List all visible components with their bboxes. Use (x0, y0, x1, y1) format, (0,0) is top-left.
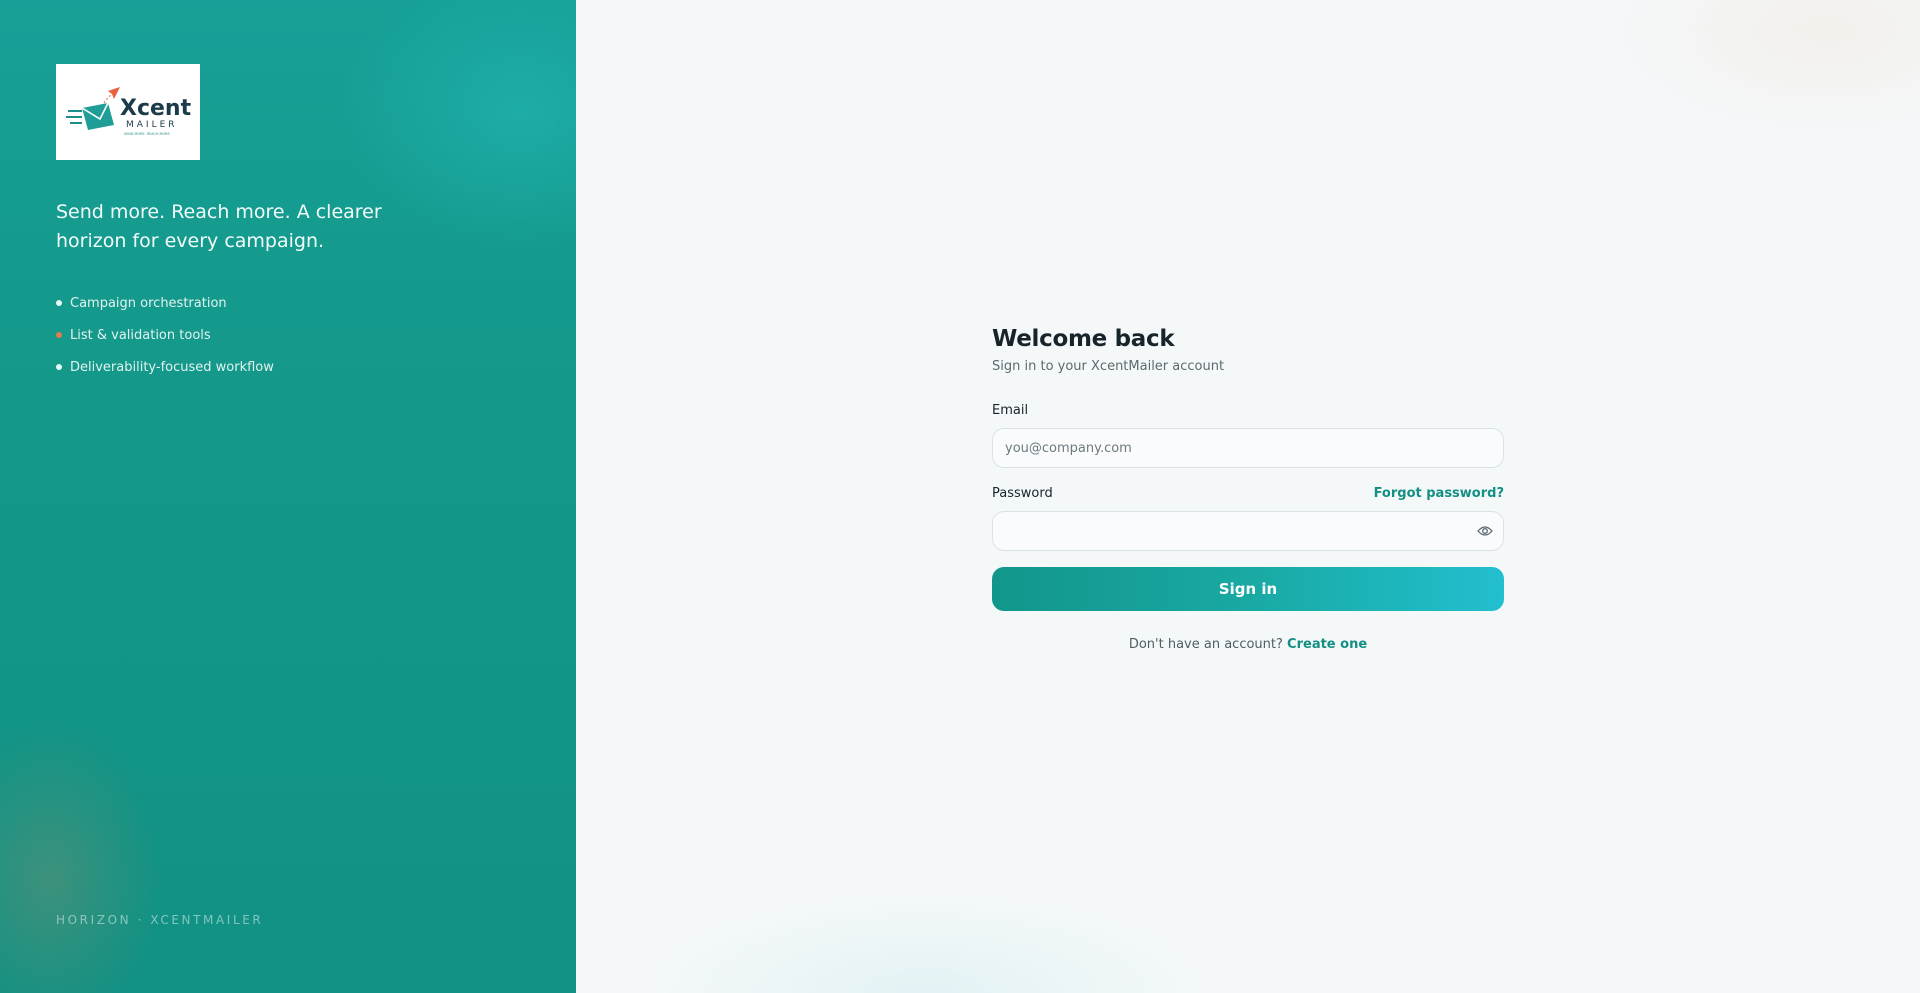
logo-word: Xcent (120, 96, 192, 121)
dot-icon (56, 332, 62, 338)
password-field[interactable] (992, 511, 1504, 551)
feature-item: Campaign orchestration (56, 287, 274, 319)
signup-prompt: Don't have an account? (1128, 637, 1283, 652)
email-label: Email (992, 403, 1029, 418)
feature-item: List & validation tools (56, 319, 274, 351)
logo-tagline: SEND MORE. REACH MORE. (124, 132, 171, 136)
page-title: Welcome back (992, 326, 1175, 352)
email-field[interactable] (992, 428, 1504, 468)
signup-row: Don't have an account? Create one (992, 637, 1504, 652)
dot-icon (56, 364, 62, 370)
forgot-password-link[interactable]: Forgot password? (1374, 486, 1504, 501)
logo: Xcent MAILER SEND MORE. REACH MORE. (56, 64, 200, 160)
brand-panel: Xcent MAILER SEND MORE. REACH MORE. Send… (0, 0, 576, 993)
envelope-logo-icon: Xcent MAILER SEND MORE. REACH MORE. (66, 87, 192, 136)
feature-list: Campaign orchestration List & validation… (56, 287, 274, 383)
eye-icon[interactable] (1476, 523, 1494, 539)
signin-form: Welcome back Sign in to your XcentMailer… (992, 326, 1504, 652)
feature-label: Deliverability-focused workflow (70, 359, 274, 375)
dot-icon (56, 300, 62, 306)
logo-sub: MAILER (126, 120, 178, 130)
feature-label: Campaign orchestration (70, 295, 227, 311)
feature-label: List & validation tools (70, 327, 211, 343)
signin-panel: Welcome back Sign in to your XcentMailer… (576, 0, 1920, 993)
feature-item: Deliverability-focused workflow (56, 351, 274, 383)
page-subtitle: Sign in to your XcentMailer account (992, 359, 1225, 374)
password-label-row: Password Forgot password? (992, 486, 1504, 501)
brand-footer: HORIZON · XCENTMAILER (56, 913, 264, 927)
password-field-wrap (992, 511, 1504, 551)
create-account-link[interactable]: Create one (1287, 637, 1367, 652)
password-label: Password (992, 486, 1053, 501)
signin-button[interactable]: Sign in (992, 567, 1504, 611)
brand-tagline: Send more. Reach more. A clearer horizon… (56, 201, 382, 252)
